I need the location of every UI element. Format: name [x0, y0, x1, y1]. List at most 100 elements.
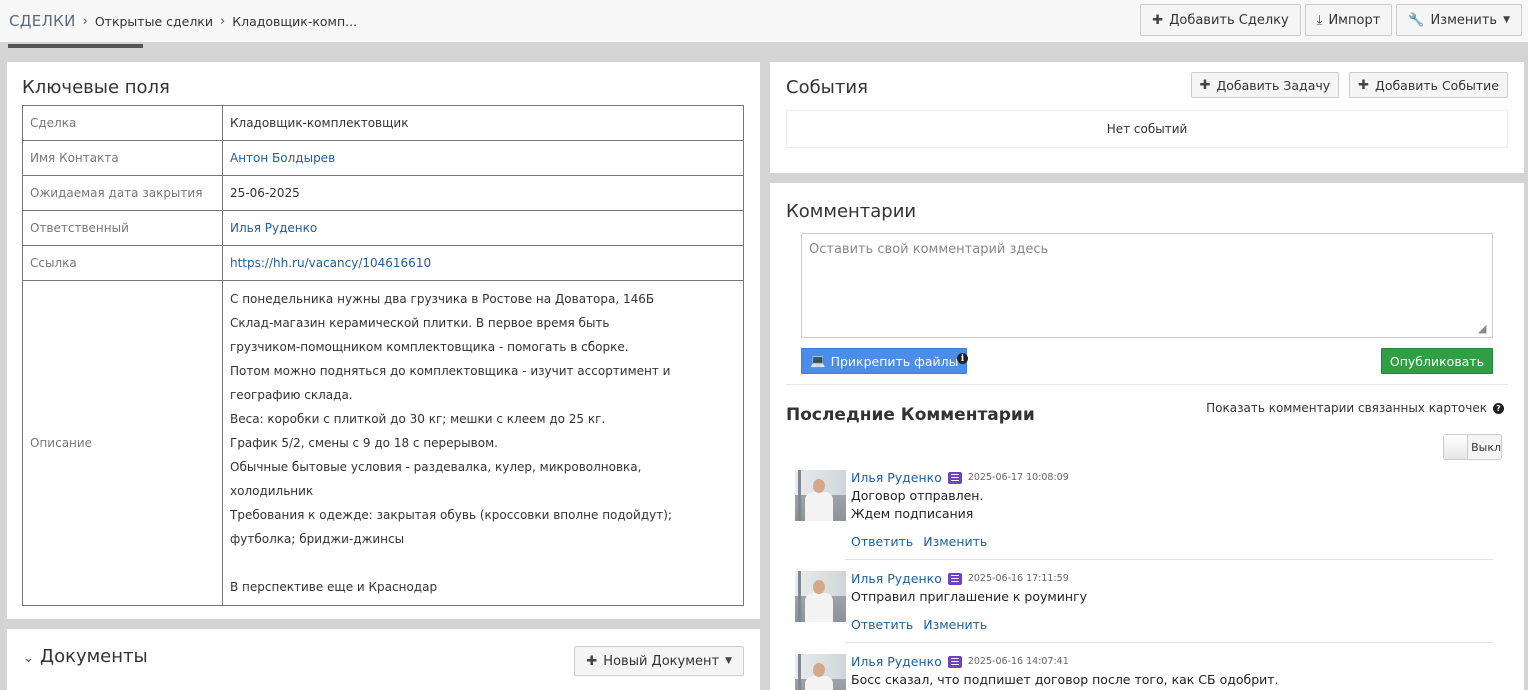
field-row-description: Описание С понедельника нужны два грузчи… [22, 280, 744, 606]
avatar [795, 571, 846, 622]
comment-separator [845, 559, 1493, 560]
comment-author-link[interactable]: Илья Руденко [851, 654, 942, 669]
resize-grip-icon[interactable]: ◢ [1478, 322, 1490, 335]
field-row-url: Ссылка https://hh.ru/vacancy/104616610 [22, 245, 744, 281]
documents-title[interactable]: Документы [40, 646, 148, 667]
add-task-button[interactable]: ✚ Добавить Задачу [1190, 72, 1340, 98]
comment-input[interactable] [801, 233, 1493, 338]
description-value: С понедельника нужны два грузчика в Рост… [222, 280, 744, 606]
avatar [795, 470, 846, 521]
comment-author-link[interactable]: Илья Руденко [851, 571, 942, 586]
add-deal-button[interactable]: ✚ Добавить Сделку [1140, 4, 1301, 36]
description-line: В перспективе еще и Краснодар [230, 580, 438, 594]
caret-down-icon: ▼ [725, 656, 732, 666]
wrench-icon: 🔧 [1408, 12, 1425, 28]
events-actions: ✚ Добавить Задачу ✚ Добавить Событие [1190, 72, 1508, 98]
description-line: футболка; бриджи-джинсы [230, 532, 405, 546]
field-label: Ссылка [22, 245, 223, 281]
new-document-button[interactable]: ✚ Новый Документ ▼ [574, 646, 744, 676]
chevron-down-icon[interactable]: ⌄ [23, 651, 34, 666]
comment-text: Договор отправлен. Ждем подписания [851, 487, 983, 523]
comments-panel: Комментарии ◢ 💻 Прикрепить файлы i Опубл… [770, 183, 1524, 690]
edit-label: Изменить [1430, 12, 1498, 28]
comment-meta: Илья Руденко 2025-06-16 14:07:41 [851, 654, 1069, 669]
related-comments-toggle[interactable]: Выкл [1443, 434, 1502, 460]
events-empty-state: Нет событий [786, 110, 1508, 148]
breadcrumb-root[interactable]: СДЕЛКИ [9, 12, 76, 30]
field-label: Имя Контакта [22, 140, 223, 176]
chevron-right-icon: › [220, 13, 226, 29]
events-panel: События ✚ Добавить Задачу ✚ Добавить Соб… [770, 62, 1524, 173]
field-row-owner: Ответственный Илья Руденко [22, 210, 744, 246]
toggle-knob [1444, 435, 1469, 459]
message-icon [947, 655, 962, 668]
add-event-button[interactable]: ✚ Добавить Событие [1349, 72, 1508, 98]
description-line [230, 551, 736, 575]
related-comments-setting: Показать комментарии связанных карточек … [1206, 401, 1504, 415]
description-line: С понедельника нужны два грузчика в Рост… [230, 292, 655, 306]
description-line: холодильник [230, 484, 314, 498]
comment-actions: Ответить Изменить [851, 617, 987, 632]
description-line: Требования к одежде: закрытая обувь (кро… [230, 508, 672, 522]
edit-comment-link[interactable]: Изменить [923, 534, 987, 549]
reply-link[interactable]: Ответить [851, 534, 913, 549]
breadcrumb-open-deals[interactable]: Открытые сделки [95, 14, 213, 29]
reply-link[interactable]: Ответить [851, 617, 913, 632]
field-value-deal: Кладовщик-комплектовщик [222, 105, 744, 141]
recent-comments-title: Последние Комментарии [786, 405, 1035, 425]
vacancy-link[interactable]: https://hh.ru/vacancy/104616610 [230, 256, 431, 270]
comment-line: Ждем подписания [851, 506, 974, 521]
plus-icon: ✚ [1358, 77, 1370, 93]
comment-item: Илья Руденко 2025-06-17 10:08:09 Договор… [795, 470, 1493, 560]
add-deal-label: Добавить Сделку [1169, 12, 1289, 28]
comment-line: Отправил приглашение к роумингу [851, 589, 1088, 604]
documents-panel: ⌄ Документы ✚ Новый Документ ▼ [7, 629, 760, 690]
divider [786, 384, 1508, 385]
contact-link[interactable]: Антон Болдырев [230, 151, 335, 165]
events-title: События [786, 77, 868, 98]
comment-line: Босс сказал, что подпишет договор после … [851, 672, 1279, 687]
attach-files-button[interactable]: 💻 Прикрепить файлы [801, 348, 968, 374]
description-line: Склад-магазин керамической плитки. В пер… [230, 316, 610, 330]
comment-text: Отправил приглашение к роумингу [851, 588, 1087, 606]
field-row-deal: Сделка Кладовщик-комплектовщик [22, 105, 744, 141]
edit-menu-button[interactable]: 🔧 Изменить ▼ [1396, 4, 1522, 36]
plus-icon: ✚ [1199, 77, 1211, 93]
key-fields-title: Ключевые поля [22, 77, 170, 98]
owner-link[interactable]: Илья Руденко [230, 221, 317, 235]
active-tab-indicator [8, 44, 143, 48]
import-button[interactable]: ⤓ Импорт [1304, 4, 1393, 36]
caret-down-icon: ▼ [1503, 15, 1510, 25]
comment-line: Договор отправлен. [851, 488, 984, 503]
field-row-contact: Имя Контакта Антон Болдырев [22, 140, 744, 176]
description-line: Веса: коробки с плиткой до 30 кг; мешки … [230, 412, 606, 426]
comment-timestamp: 2025-06-17 10:08:09 [967, 472, 1069, 483]
plus-icon: ✚ [586, 653, 598, 669]
comment-text: Босс сказал, что подпишет договор после … [851, 671, 1279, 689]
add-task-label: Добавить Задачу [1216, 77, 1331, 93]
publish-button[interactable]: Опубликовать [1380, 348, 1493, 374]
comment-meta: Илья Руденко 2025-06-17 10:08:09 [851, 470, 1069, 485]
toggle-label: Выкл [1471, 440, 1501, 454]
edit-comment-link[interactable]: Изменить [923, 617, 987, 632]
comment-timestamp: 2025-06-16 17:11:59 [967, 573, 1069, 584]
avatar [795, 654, 846, 690]
attach-files-label: Прикрепить файлы [830, 353, 959, 369]
info-icon[interactable]: i [957, 353, 968, 364]
message-icon [947, 572, 962, 585]
toolbar: ✚ Добавить Сделку ⤓ Импорт 🔧 Изменить ▼ [1140, 4, 1522, 36]
add-event-label: Добавить Событие [1375, 77, 1499, 93]
field-label: Ожидаемая дата закрытия [22, 175, 223, 211]
description-line: Потом можно подняться до комплектовщика … [230, 364, 671, 378]
comment-actions: Ответить Изменить [851, 534, 987, 549]
comment-author-link[interactable]: Илья Руденко [851, 470, 942, 485]
description-line: Обычные бытовые условия - раздевалка, ку… [230, 460, 642, 474]
comment-item: Илья Руденко 2025-06-16 14:07:41 Босс ск… [795, 654, 1493, 690]
comment-meta: Илья Руденко 2025-06-16 17:11:59 [851, 571, 1069, 586]
comments-title: Комментарии [786, 201, 917, 222]
key-fields-table: Сделка Кладовщик-комплектовщик Имя Конта… [22, 105, 744, 606]
help-icon[interactable]: ? [1493, 402, 1504, 414]
field-row-close-date: Ожидаемая дата закрытия 25-06-2025 [22, 175, 744, 211]
description-line: географию склада. [230, 388, 353, 402]
description-line: График 5/2, смены с 9 до 18 с перерывом. [230, 436, 498, 450]
